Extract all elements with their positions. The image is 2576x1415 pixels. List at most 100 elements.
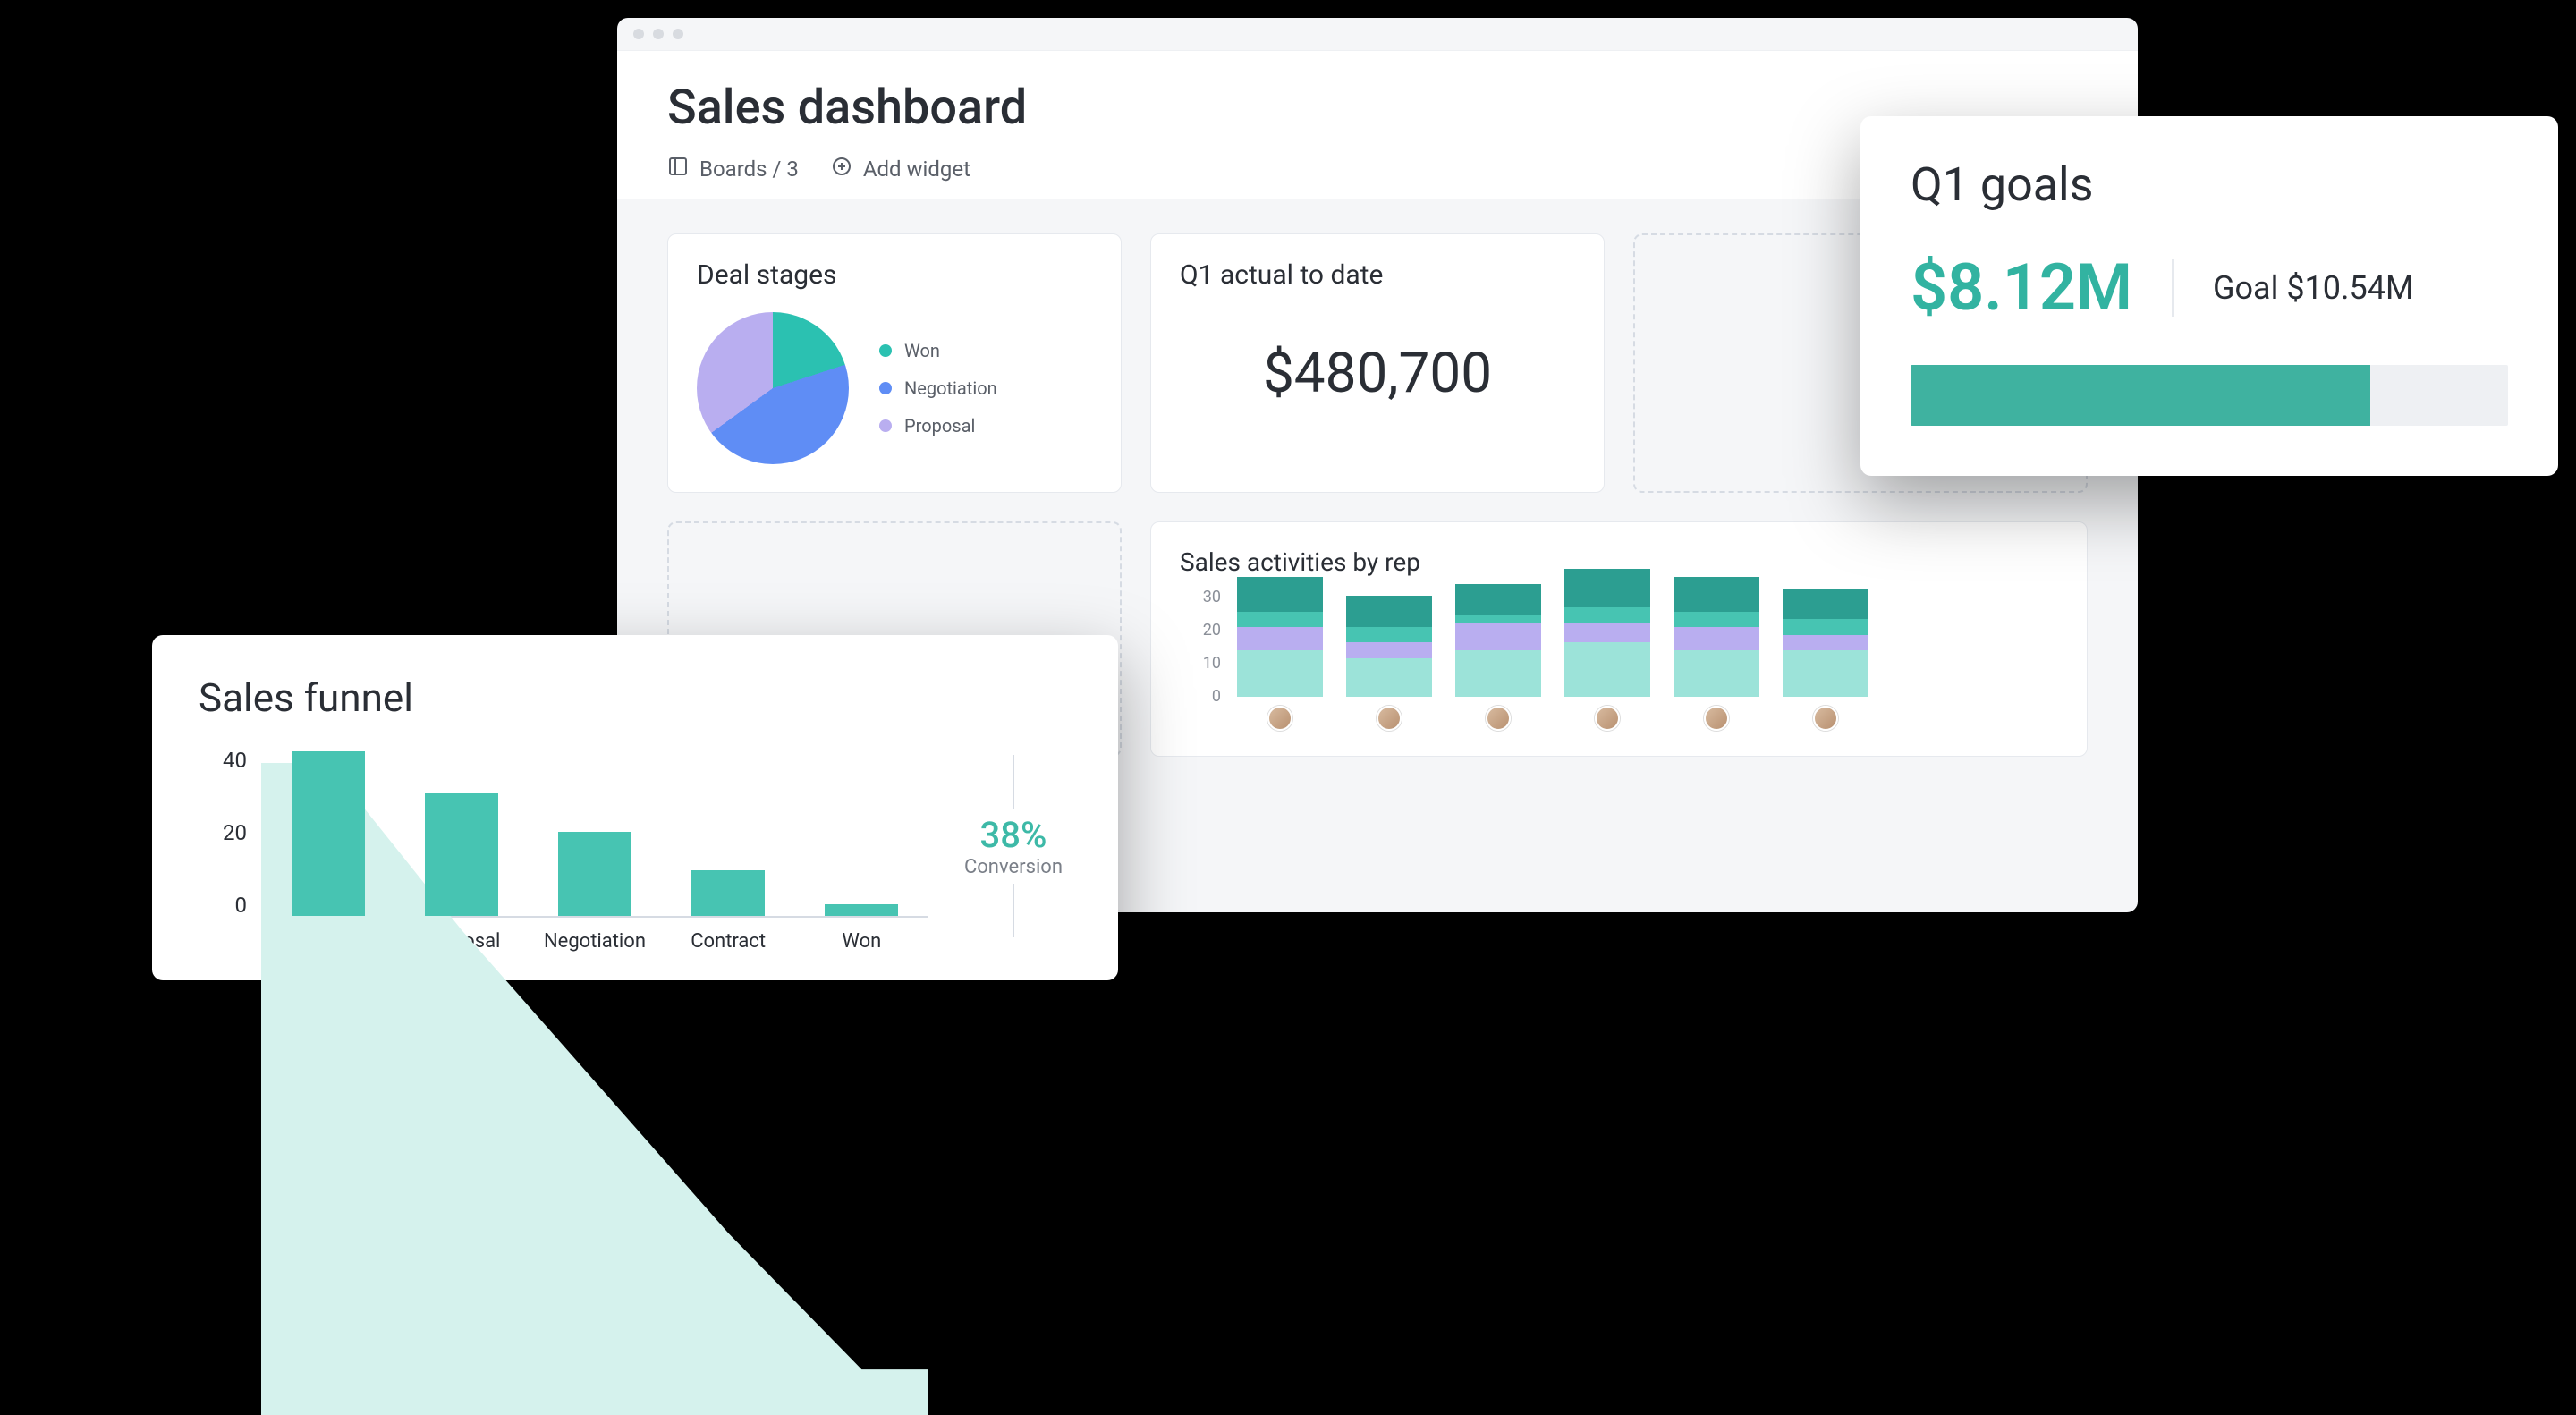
- stacked-bar: [1783, 589, 1868, 697]
- funnel-column: [662, 870, 795, 916]
- conversion-pct: 38%: [980, 814, 1047, 856]
- layout-icon: [667, 156, 689, 182]
- bar-segment: [1346, 642, 1432, 657]
- legend-swatch-icon: [879, 344, 892, 357]
- window-titlebar: [617, 18, 2138, 50]
- goals-progress-bar: [1911, 365, 2508, 426]
- window-close-icon[interactable]: [633, 29, 644, 39]
- stacked-bar: [1346, 596, 1432, 697]
- funnel-bar: [691, 870, 765, 916]
- activities-column: [1346, 596, 1432, 731]
- funnel-bar: [292, 751, 365, 916]
- goals-values-row: $8.12M Goal $10.54M: [1911, 250, 2508, 326]
- sales-activities-widget[interactable]: Sales activities by rep 3020100: [1150, 521, 2088, 757]
- activities-chart: 30 20 10 0: [1180, 588, 2058, 731]
- rep-avatar: [1267, 706, 1292, 731]
- rep-avatar: [1595, 706, 1620, 731]
- rep-avatar: [1486, 706, 1511, 731]
- bar-segment: [1237, 612, 1323, 627]
- rep-avatar: [1813, 706, 1838, 731]
- goals-target-label: Goal $10.54M: [2213, 269, 2413, 307]
- funnel-column: [795, 904, 928, 916]
- widget-title: Q1 actual to date: [1180, 259, 1575, 291]
- funnel-column: [394, 793, 528, 916]
- conversion-indicator: 38% Conversion: [964, 748, 1072, 945]
- add-widget-button[interactable]: Add widget: [831, 156, 970, 182]
- funnel-bar: [825, 904, 898, 916]
- widget-title: Sales funnel: [199, 674, 1072, 721]
- sales-funnel-card[interactable]: Sales funnel 40200 QualifiedProposalNego…: [152, 635, 1118, 980]
- bar-segment: [1346, 658, 1432, 697]
- legend-label: Won: [904, 340, 940, 361]
- activities-column: [1783, 589, 1868, 731]
- y-tick-label: 0: [199, 893, 247, 918]
- pie-legend: Won Negotiation Proposal: [879, 340, 997, 436]
- chart-y-axis: 40 20 0: [199, 748, 247, 918]
- boards-count-label: Boards / 3: [699, 157, 799, 182]
- bar-segment: [1783, 589, 1868, 620]
- bar-segment: [1455, 623, 1541, 650]
- rep-avatar: [1704, 706, 1729, 731]
- q1-actual-value: $480,700: [1180, 341, 1575, 406]
- goals-actual-value: $8.12M: [1911, 250, 2132, 326]
- q1-goals-card[interactable]: Q1 goals $8.12M Goal $10.54M: [1860, 116, 2558, 476]
- widget-title: Deal stages: [697, 259, 1092, 291]
- plus-circle-icon: [831, 156, 852, 182]
- bar-segment: [1455, 584, 1541, 615]
- y-tick-label: 20: [199, 820, 247, 845]
- pie-chart: [697, 312, 849, 464]
- stacked-bar: [1674, 577, 1759, 697]
- legend-item: Proposal: [879, 415, 997, 436]
- bar-segment: [1674, 650, 1759, 697]
- y-tick-label: 20: [1180, 621, 1221, 640]
- y-tick-label: 0: [1180, 687, 1221, 706]
- boards-count-button[interactable]: Boards / 3: [667, 156, 799, 182]
- bar-segment: [1783, 650, 1868, 697]
- stacked-bar: [1455, 584, 1541, 697]
- y-tick-label: 40: [199, 748, 247, 773]
- funnel-bar: [558, 832, 631, 916]
- window-maximize-icon[interactable]: [673, 29, 683, 39]
- y-tick-label: 10: [1180, 654, 1221, 673]
- bar-segment: [1564, 623, 1650, 643]
- widget-title: Q1 goals: [1911, 157, 2508, 212]
- goals-progress-fill: [1911, 365, 2370, 426]
- activities-column: [1674, 577, 1759, 731]
- arrow-up-icon: [1013, 755, 1014, 809]
- bar-segment: [1674, 577, 1759, 612]
- bar-segment: [1564, 642, 1650, 697]
- stacked-bar: [1564, 569, 1650, 697]
- activities-column: [1564, 569, 1650, 731]
- conversion-label: Conversion: [964, 856, 1063, 878]
- y-tick-label: 30: [1180, 588, 1221, 606]
- funnel-column: [261, 751, 394, 916]
- bar-segment: [1455, 650, 1541, 697]
- funnel-chart: 40200 QualifiedProposalNegotiationContra…: [199, 748, 928, 945]
- funnel-bar: [425, 793, 498, 916]
- arrow-down-icon: [1013, 884, 1014, 937]
- funnel-bars: [261, 748, 928, 918]
- bar-segment: [1674, 627, 1759, 650]
- rep-avatar: [1377, 706, 1402, 731]
- legend-item: Won: [879, 340, 997, 361]
- legend-label: Negotiation: [904, 377, 997, 399]
- deal-stages-widget[interactable]: Deal stages Won Negotiation Proposal: [667, 233, 1122, 493]
- funnel-body: 40200 QualifiedProposalNegotiationContra…: [199, 748, 1072, 945]
- bar-segment: [1346, 596, 1432, 627]
- window-minimize-icon[interactable]: [653, 29, 664, 39]
- bar-segment: [1564, 607, 1650, 623]
- bar-segment: [1237, 650, 1323, 697]
- q1-actual-widget[interactable]: Q1 actual to date $480,700: [1150, 233, 1605, 493]
- bar-segment: [1674, 612, 1759, 627]
- deal-stages-chart: Won Negotiation Proposal: [697, 312, 1092, 464]
- bar-segment: [1564, 569, 1650, 607]
- stacked-bar: [1237, 577, 1323, 697]
- bar-segment: [1783, 635, 1868, 650]
- bar-segment: [1237, 627, 1323, 650]
- legend-swatch-icon: [879, 382, 892, 394]
- bar-segment: [1783, 619, 1868, 634]
- activities-column: [1237, 577, 1323, 731]
- funnel-column: [528, 832, 661, 916]
- bar-segment: [1237, 577, 1323, 612]
- bar-segment: [1455, 615, 1541, 623]
